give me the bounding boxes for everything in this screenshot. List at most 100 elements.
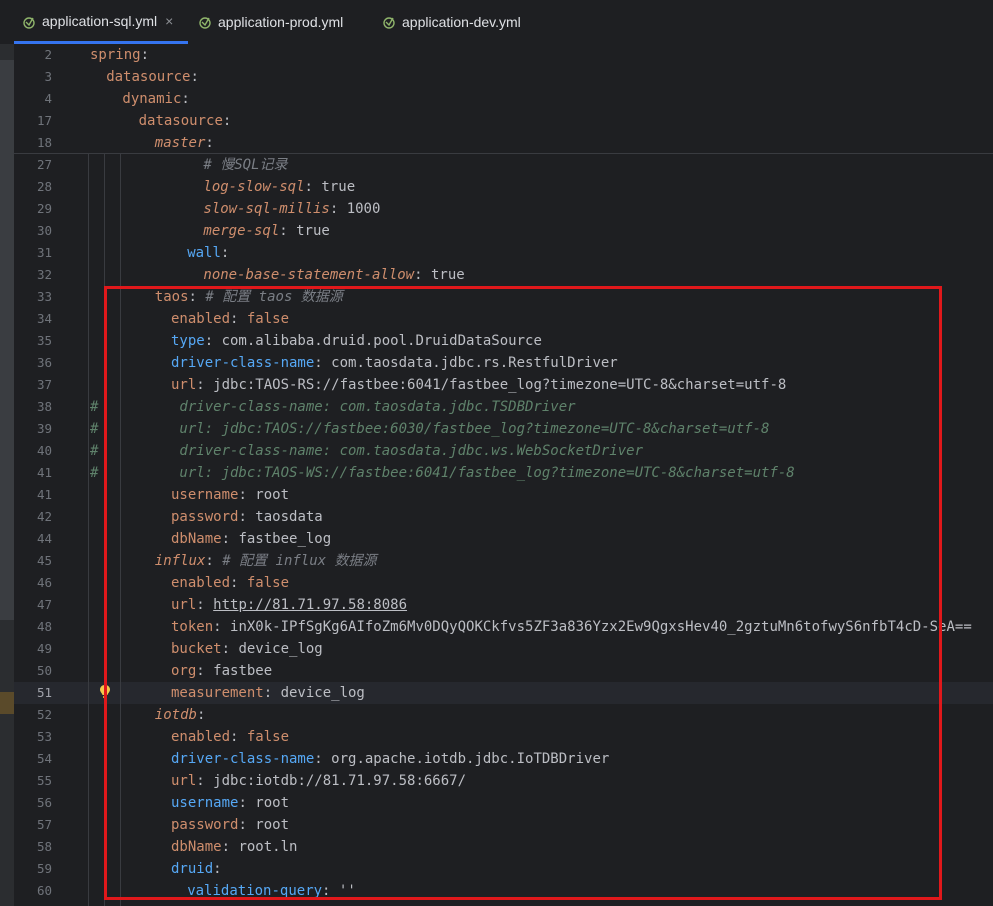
left-scroll-strip[interactable] [0,44,14,906]
yaml-separator: : [222,113,232,129]
code-line[interactable]: 40 # driver-class-name: com.taosdata.jdbc… [14,440,993,462]
yaml-value: com.taosdata.jdbc.rs.RestfulDriver [331,355,618,371]
code-line[interactable]: 41 username: root [14,484,993,506]
code-line[interactable]: 52 iotdb: [14,704,993,726]
code-line[interactable]: 35 type: com.alibaba.druid.pool.DruidData… [14,330,993,352]
code-text: # 慢SQL记录 [203,154,287,176]
yaml-value: root.ln [238,839,298,855]
code-line[interactable]: 31 wall: [14,242,993,264]
code-line[interactable]: 38 # driver-class-name: com.taosdata.jdbc… [14,396,993,418]
code-line[interactable]: 55 url: jdbc:iotdb://81.71.97.58:6667/ [14,770,993,792]
code-line[interactable]: 3 datasource: [14,66,993,88]
lightbulb-icon[interactable] [99,684,111,700]
code-line[interactable]: 47 url: http://81.71.97.58:8086 [14,594,993,616]
code-line[interactable]: 36 driver-class-name: com.taosdata.jdbc.r… [14,352,993,374]
code-line[interactable]: 18 master: [14,132,993,154]
code-line[interactable]: 51 measurement: device_log [14,682,993,704]
code-line[interactable]: 42 password: taosdata [14,506,993,528]
code-line[interactable]: 50 org: fastbee [14,660,993,682]
line-number: 54 [36,751,52,766]
code-editor[interactable]: 2 spring: 3 datasource: 4 dynamic: 17 datasourc… [14,44,993,906]
yaml-separator: : [188,289,206,305]
yaml-separator: : [230,575,247,591]
yaml-key: dbName [171,531,222,547]
scrollbar-thumb[interactable] [0,60,14,620]
code-line[interactable]: 46 enabled: false [14,572,993,594]
code-line[interactable]: 53 enabled: false [14,726,993,748]
yaml-value: device_log [280,685,365,701]
yaml-separator: : [213,619,231,635]
yaml-key: datasource [138,113,223,129]
line-number: 18 [36,135,52,150]
close-tab-icon[interactable]: × [165,13,173,29]
yaml-value: true [296,223,330,239]
code-text: master: [155,132,214,154]
code-line[interactable]: 17 datasource: [14,110,993,132]
yaml-value: false [246,729,290,745]
yaml-key: url [171,377,197,393]
line-number: 48 [36,619,52,634]
code-line[interactable]: 49 bucket: device_log [14,638,993,660]
code-line[interactable]: 29 slow-sql-millis: 1000 [14,198,993,220]
code-line[interactable]: 41 # url: jdbc:TAOS-WS://fastbee:6041/fas… [14,462,993,484]
code-line[interactable]: 4 dynamic: [14,88,993,110]
line-number: 34 [36,311,52,326]
code-line[interactable]: 44 dbName: fastbee_log [14,528,993,550]
sticky-header-separator [14,153,993,154]
code-line[interactable]: 59 druid: [14,858,993,880]
code-line[interactable]: 45 influx: # 配置 influx 数据源 [14,550,993,572]
code-line[interactable]: 54 driver-class-name: org.apache.iotdb.jd… [14,748,993,770]
tab-label: application-dev.yml [402,14,521,30]
code-text: bucket: device_log [171,638,323,660]
line-number: 41 [36,487,52,502]
yaml-separator: : [263,685,281,701]
line-number: 30 [36,223,52,238]
code-text: iotdb: [155,704,206,726]
yaml-value[interactable]: http://81.71.97.58:8086 [213,597,407,613]
indent-guide [88,154,89,906]
line-number: 27 [36,157,52,172]
code-line[interactable]: 39 # url: jdbc:TAOS://fastbee:6030/fastbe… [14,418,993,440]
code-text: enabled: false [171,726,289,748]
code-line[interactable]: 2 spring: [14,44,993,66]
tab-application-dev[interactable]: application-dev.yml [374,0,544,44]
yaml-key: url [171,773,197,789]
code-line[interactable]: 56 username: root [14,792,993,814]
code-line[interactable]: 37 url: jdbc:TAOS-RS://fastbee:6041/fastb… [14,374,993,396]
line-number: 28 [36,179,52,194]
line-number: 42 [36,509,52,524]
yaml-key: enabled [171,729,231,745]
code-text: password: root [171,814,289,836]
indent-guide [120,154,121,906]
yaml-separator: : [196,663,214,679]
code-text: taos: # 配置 taos 数据源 [155,286,343,308]
yaml-separator: : [238,795,256,811]
tab-application-sql[interactable]: application-sql.yml × [14,0,188,44]
code-text: dbName: root.ln [171,836,297,858]
code-line[interactable]: 48 token: inX0k-IPfSgKg6AIfoZm6Mv0DQyQOKC… [14,616,993,638]
line-number: 36 [36,355,52,370]
yaml-key: enabled [171,575,231,591]
yaml-separator: : [204,333,222,349]
code-line[interactable]: 58 dbName: root.ln [14,836,993,858]
yaml-separator: : [238,487,256,503]
line-number: 32 [36,267,52,282]
yaml-key: validation-query [187,883,323,899]
code-line[interactable]: 57 password: root [14,814,993,836]
yaml-separator: : [196,707,206,723]
code-line[interactable]: 34 enabled: false [14,308,993,330]
tab-application-prod[interactable]: application-prod.yml [190,0,366,44]
code-line[interactable]: 28 log-slow-sql: true [14,176,993,198]
code-line[interactable]: 33 taos: # 配置 taos 数据源 [14,286,993,308]
code-text: token: inX0k-IPfSgKg6AIfoZm6Mv0DQyQOKCkf… [171,616,972,638]
code-line[interactable]: 30 merge-sql: true [14,220,993,242]
code-text: # url: jdbc:TAOS-WS://fastbee:6041/fastb… [90,462,795,484]
code-text: url: jdbc:TAOS-RS://fastbee:6041/fastbee… [171,374,786,396]
code-text: type: com.alibaba.druid.pool.DruidDataSo… [171,330,542,352]
yaml-separator: : [221,839,239,855]
code-line[interactable]: 27 # 慢SQL记录 [14,154,993,176]
yaml-separator: : [205,135,214,151]
code-line[interactable]: 32 none-base-statement-allow: true [14,264,993,286]
yaml-value: '' [338,883,356,899]
code-line[interactable]: 60 validation-query: '' [14,880,993,902]
